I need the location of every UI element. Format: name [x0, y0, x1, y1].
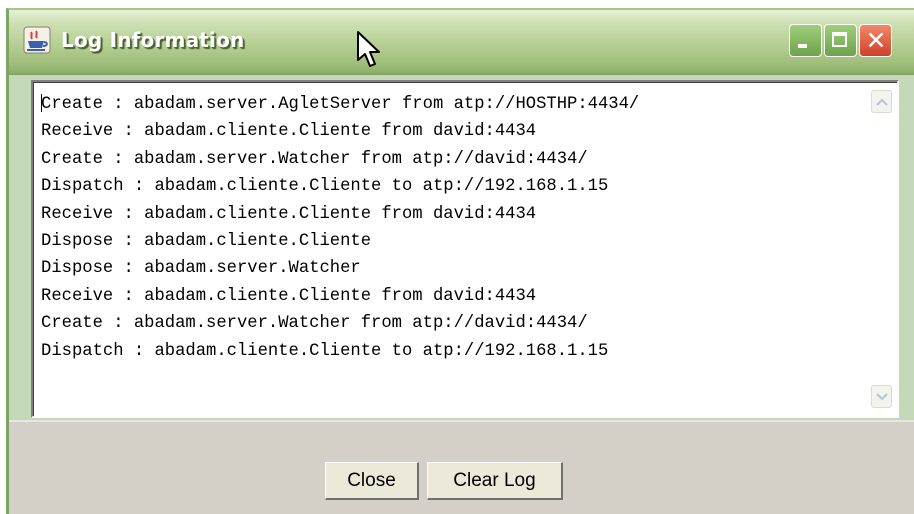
java-cup-icon: [23, 26, 51, 54]
log-text-area[interactable]: Create : abadam.server.AgletServer from …: [31, 80, 899, 418]
clear-log-button[interactable]: Clear Log: [427, 462, 563, 500]
log-information-window: Log Information ✕ Create : abadam.server…: [6, 8, 914, 514]
log-line: Dispatch : abadam.cliente.Cliente to atp…: [41, 341, 609, 361]
title-bar[interactable]: Log Information ✕: [9, 10, 914, 75]
log-line: Create : abadam.server.AgletServer from …: [41, 95, 640, 114]
vertical-scrollbar[interactable]: [869, 84, 895, 414]
minimize-icon: [798, 44, 807, 48]
scroll-up-button[interactable]: [871, 90, 892, 113]
minimize-button[interactable]: [789, 24, 822, 57]
log-line: Dispose : abadam.server.Watcher: [41, 259, 361, 279]
log-line: Create : abadam.server.Watcher from atp:…: [41, 314, 588, 334]
mouse-cursor-icon: [357, 31, 380, 67]
maximize-icon: [832, 32, 847, 47]
window-title: Log Information: [61, 28, 245, 52]
close-button[interactable]: Close: [325, 462, 419, 500]
divider: [9, 420, 914, 422]
button-panel: Close Clear Log: [9, 420, 914, 514]
log-line: Receive : abadam.cliente.Cliente from da…: [41, 204, 537, 224]
log-line: Receive : abadam.cliente.Cliente from da…: [41, 286, 537, 306]
maximize-button[interactable]: [824, 24, 857, 57]
log-lines: Create : abadam.server.AgletServer from …: [41, 91, 639, 365]
log-line: Dispose : abadam.cliente.Cliente: [41, 232, 372, 252]
chevron-up-icon: [876, 98, 888, 106]
chevron-down-icon: [876, 393, 888, 401]
close-icon: ✕: [865, 26, 887, 55]
log-line: Create : abadam.server.Watcher from atp:…: [41, 149, 588, 169]
log-line: Receive : abadam.cliente.Cliente from da…: [41, 122, 537, 142]
scroll-down-button[interactable]: [871, 385, 892, 408]
close-window-button[interactable]: ✕: [859, 24, 892, 57]
log-line: Dispatch : abadam.cliente.Cliente to atp…: [41, 177, 609, 197]
